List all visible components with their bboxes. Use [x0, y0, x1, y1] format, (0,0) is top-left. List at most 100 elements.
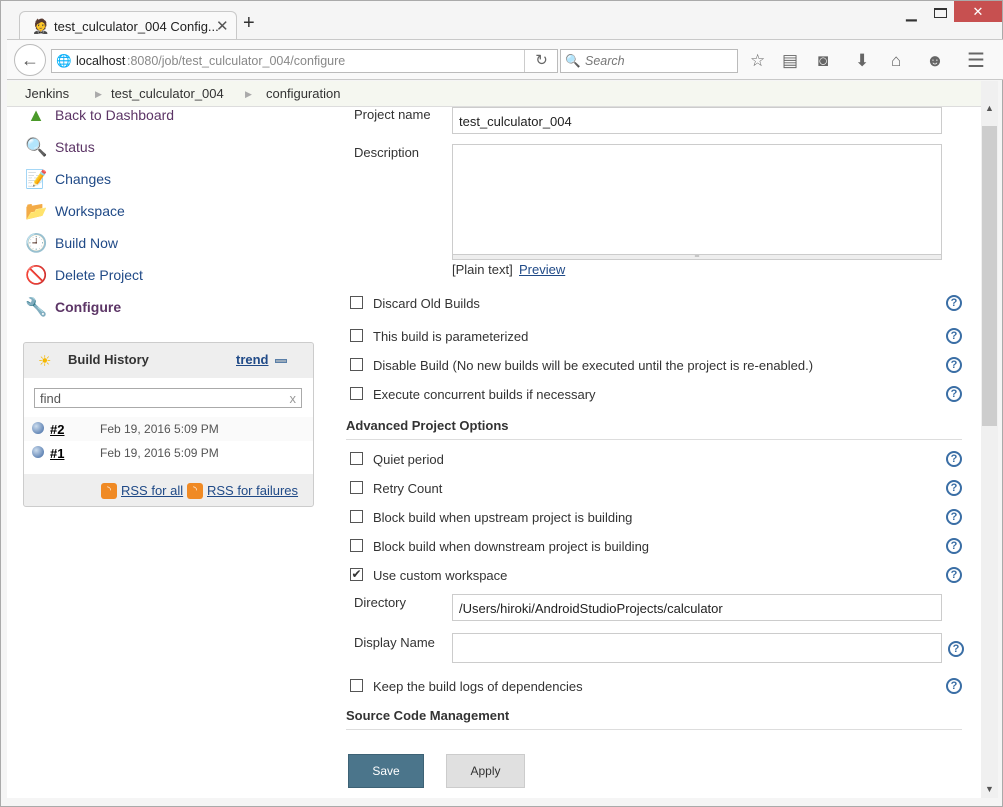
folder-icon: 📂 [25, 201, 48, 221]
concurrent-builds-checkbox[interactable] [350, 387, 363, 400]
chevron-right-icon: ▶ [245, 89, 252, 99]
rss-failures-link[interactable]: RSS for failures [207, 483, 298, 498]
checkbox-label: Retry Count [373, 481, 443, 496]
no-entry-icon: 🚫 [25, 265, 48, 285]
blue-ball-icon [32, 422, 44, 434]
disable-build-checkbox[interactable] [350, 358, 363, 371]
url-host: localhost [76, 54, 126, 68]
search-input[interactable]: 🔍 Search [560, 49, 738, 73]
breadcrumb-configuration[interactable]: configuration [266, 81, 340, 107]
block-upstream-checkbox[interactable] [350, 510, 363, 523]
scm-header: Source Code Management [346, 708, 962, 730]
parameterized-checkbox[interactable] [350, 329, 363, 342]
help-icon[interactable]: ? [946, 678, 962, 694]
checkbox-label: Discard Old Builds [373, 296, 480, 311]
main-page: ▲ Back to Dashboard 🔍 Status 📝 Changes 📂… [7, 107, 981, 798]
download-icon[interactable]: ⬇ [855, 52, 869, 70]
bookmark-star-icon[interactable]: ☆ [750, 52, 765, 70]
vertical-scrollbar[interactable]: ▲ ▼ [981, 81, 998, 798]
browser-window: 🤵 test_culculator_004 Config... ✕ + ▁ ✕ … [0, 0, 1003, 807]
help-icon[interactable]: ? [946, 480, 962, 496]
help-icon[interactable]: ? [946, 538, 962, 554]
checkbox-label: Execute concurrent builds if necessary [373, 387, 596, 402]
description-textarea[interactable] [452, 144, 942, 260]
clock-play-icon: 🕘 [25, 233, 48, 253]
build-link[interactable]: #1 [50, 446, 64, 461]
build-row: #2 Feb 19, 2016 5:09 PM [24, 417, 313, 441]
url-bar[interactable]: 🌐 localhost :8080/job/test_culculator_00… [51, 49, 558, 73]
close-tab-icon[interactable]: ✕ [216, 17, 229, 35]
help-icon[interactable]: ? [946, 357, 962, 373]
scroll-down-icon[interactable]: ▼ [985, 784, 994, 794]
sidebar-item-status[interactable]: Status [55, 139, 95, 155]
directory-input[interactable]: /Users/hiroki/AndroidStudioProjects/calc… [452, 594, 942, 621]
build-date: Feb 19, 2016 5:09 PM [100, 446, 219, 460]
clear-filter-icon[interactable]: x [290, 391, 297, 406]
directory-label: Directory [354, 595, 407, 610]
breadcrumb: Jenkins ▶ test_culculator_004 ▶ configur… [7, 81, 981, 107]
help-icon[interactable]: ? [946, 386, 962, 402]
maximize-icon[interactable] [934, 8, 947, 18]
breadcrumb-jenkins[interactable]: Jenkins [25, 81, 69, 107]
checkbox-label: Quiet period [373, 452, 444, 467]
blue-ball-icon [32, 446, 44, 458]
description-label: Description [354, 145, 420, 160]
reading-list-icon[interactable]: ▤ [782, 52, 798, 70]
scrollbar-thumb[interactable] [982, 126, 997, 426]
quiet-period-checkbox[interactable] [350, 452, 363, 465]
checkbox-label: Block build when upstream project is bui… [373, 510, 633, 525]
reload-icon[interactable]: ↻ [524, 50, 558, 72]
notepad-icon: 📝 [25, 169, 48, 189]
sidebar-item-build-now[interactable]: Build Now [55, 235, 118, 251]
project-name-input[interactable]: test_culculator_004 [452, 107, 942, 134]
help-icon[interactable]: ? [946, 295, 962, 311]
display-name-input[interactable] [452, 633, 942, 663]
tab-title: test_culculator_004 Config... [54, 19, 219, 34]
minimize-icon[interactable]: ▁ [906, 5, 917, 22]
sidebar-item-changes[interactable]: Changes [55, 171, 111, 187]
hello-chat-icon[interactable]: ☻ [926, 52, 944, 70]
apply-button[interactable]: Apply [446, 754, 525, 788]
sidebar-item-back-to-dashboard[interactable]: Back to Dashboard [55, 107, 174, 123]
project-name-label: Project name [354, 107, 431, 122]
rss-icon: ◝ [187, 483, 203, 499]
close-window-icon[interactable]: ✕ [954, 1, 1002, 22]
build-history-panel: ☀ Build History trend find x #2 Feb 19, … [23, 342, 314, 507]
save-button[interactable]: Save [348, 754, 424, 788]
block-downstream-checkbox[interactable] [350, 539, 363, 552]
textarea-resize-handle[interactable]: ═ [452, 254, 942, 260]
trend-link[interactable]: trend [236, 352, 269, 367]
browser-tab[interactable]: 🤵 test_culculator_004 Config... ✕ [19, 11, 237, 41]
custom-workspace-checkbox[interactable]: ✔ [350, 568, 363, 581]
rss-all-link[interactable]: RSS for all [121, 483, 183, 498]
help-icon[interactable]: ? [946, 451, 962, 467]
build-filter-input[interactable]: find x [34, 388, 302, 408]
scroll-up-icon[interactable]: ▲ [985, 103, 994, 113]
sidebar-item-workspace[interactable]: Workspace [55, 203, 125, 219]
build-history-title: Build History [68, 352, 149, 367]
sidebar-item-delete-project[interactable]: Delete Project [55, 267, 143, 283]
plain-text-label: [Plain text] [452, 262, 513, 277]
help-icon[interactable]: ? [946, 328, 962, 344]
sun-icon: ☀ [38, 353, 52, 370]
build-row: #1 Feb 19, 2016 5:09 PM [24, 441, 313, 465]
preview-link[interactable]: Preview [519, 262, 565, 277]
sidebar-item-configure[interactable]: Configure [55, 299, 121, 315]
back-icon[interactable]: ← [14, 44, 46, 76]
new-tab-icon[interactable]: + [243, 13, 255, 33]
menu-icon[interactable]: ☰ [967, 51, 985, 71]
help-icon[interactable]: ? [946, 567, 962, 583]
up-arrow-icon: ▲ [27, 107, 45, 125]
help-icon[interactable]: ? [948, 641, 964, 657]
pocket-icon[interactable]: ◙ [818, 52, 828, 70]
chevron-right-icon: ▶ [95, 89, 102, 99]
help-icon[interactable]: ? [946, 509, 962, 525]
discard-old-builds-checkbox[interactable] [350, 296, 363, 309]
retry-count-checkbox[interactable] [350, 481, 363, 494]
build-link[interactable]: #2 [50, 422, 64, 437]
keep-logs-checkbox[interactable] [350, 679, 363, 692]
collapse-icon[interactable] [275, 359, 287, 363]
magnifier-icon: 🔍 [25, 137, 48, 157]
home-icon[interactable]: ⌂ [891, 52, 901, 70]
breadcrumb-project[interactable]: test_culculator_004 [111, 81, 224, 107]
